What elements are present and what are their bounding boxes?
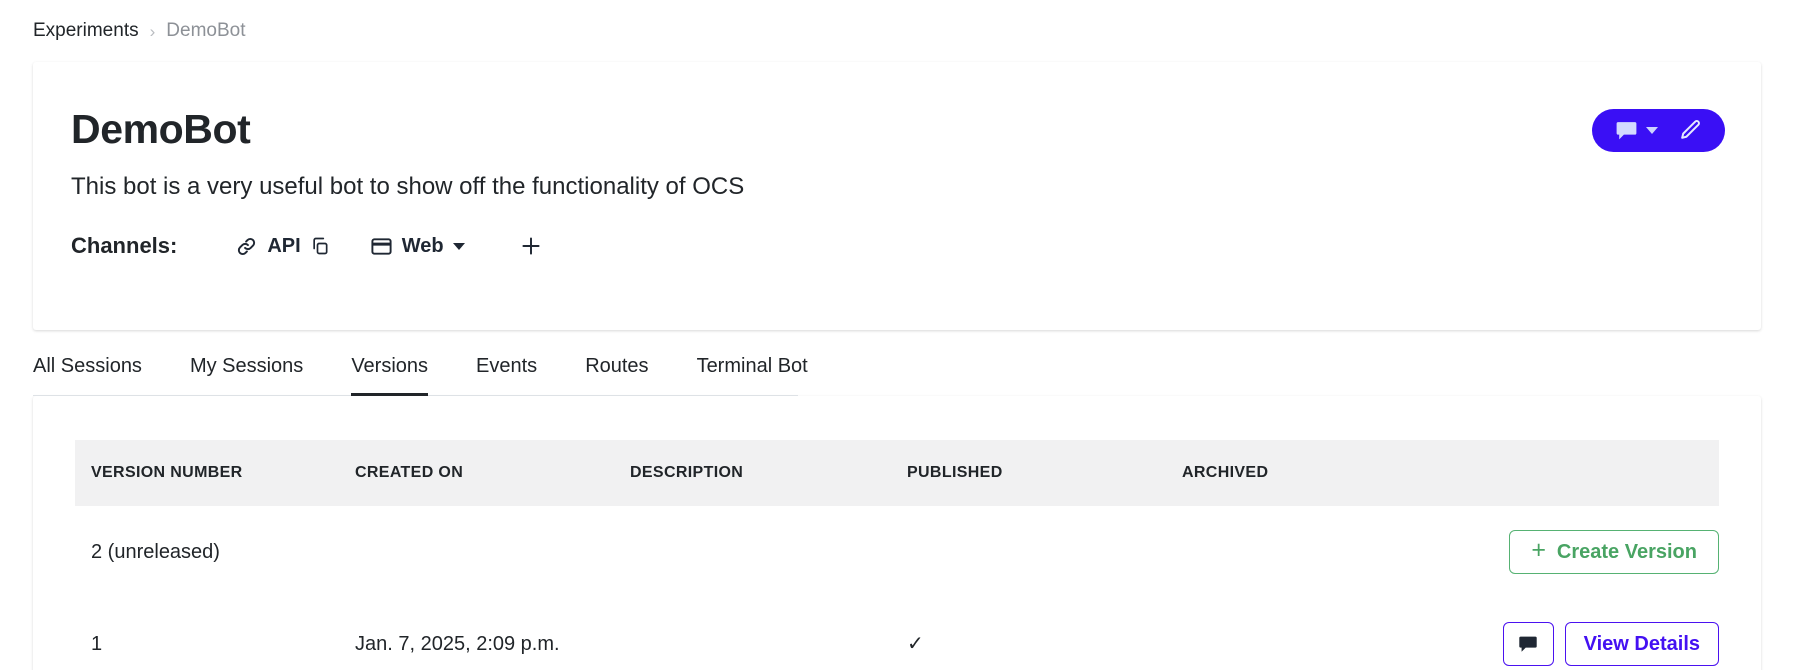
link-icon	[235, 235, 258, 258]
tab-all-sessions[interactable]: All Sessions	[33, 349, 142, 396]
cell-version-number: 1	[91, 632, 103, 655]
cell-actions: View Details	[1452, 598, 1719, 670]
channel-web-label: Web	[401, 234, 444, 257]
channel-web[interactable]: Web	[370, 235, 465, 258]
breadcrumb: Experiments › DemoBot	[33, 0, 1761, 62]
add-channel-button[interactable]	[515, 230, 547, 262]
cell-description	[630, 506, 907, 598]
table-header-row: VERSION NUMBER CREATED ON DESCRIPTION PU…	[75, 440, 1719, 506]
channel-api-label: API	[267, 234, 301, 257]
start-chat-button[interactable]	[1606, 109, 1666, 152]
copy-icon[interactable]	[310, 236, 330, 256]
view-details-label: View Details	[1583, 632, 1700, 655]
bot-description: This bot is a very useful bot to show of…	[71, 173, 745, 201]
tab-routes[interactable]: Routes	[585, 349, 648, 396]
cell-actions: + Create Version	[1452, 506, 1719, 598]
tab-events[interactable]: Events	[476, 349, 537, 396]
channels-label: Channels:	[71, 233, 178, 259]
breadcrumb-separator-icon: ›	[149, 21, 156, 41]
view-details-button[interactable]: View Details	[1564, 622, 1719, 666]
chat-dropdown-chevron-icon[interactable]	[1646, 127, 1658, 134]
create-version-button[interactable]: + Create Version	[1509, 530, 1719, 574]
versions-panel: VERSION NUMBER CREATED ON DESCRIPTION PU…	[33, 396, 1761, 670]
column-header-actions	[1452, 440, 1719, 506]
tab-my-sessions[interactable]: My Sessions	[190, 349, 303, 396]
channel-api[interactable]: API	[235, 235, 329, 258]
column-header-published: PUBLISHED	[907, 440, 1182, 506]
versions-table-body: 2 (unreleased) + Create Version 1 Jan. 7…	[75, 506, 1719, 670]
column-header-version-number: VERSION NUMBER	[75, 440, 355, 506]
cell-published	[907, 506, 1182, 598]
bot-header-card: DemoBot This bot is a very useful bot to…	[33, 62, 1761, 330]
chat-bubble-icon	[1616, 122, 1637, 140]
cell-archived	[1182, 506, 1452, 598]
page-title: DemoBot	[71, 106, 251, 152]
plus-icon	[522, 237, 540, 255]
cell-created-on	[355, 506, 630, 598]
create-version-label: Create Version	[1556, 540, 1697, 563]
bot-actions-pill	[1592, 109, 1725, 152]
chevron-down-icon[interactable]	[452, 242, 465, 250]
breadcrumb-link-experiments[interactable]: Experiments	[33, 20, 139, 42]
column-header-description: DESCRIPTION	[630, 440, 907, 506]
tab-terminal-bot[interactable]: Terminal Bot	[697, 349, 808, 396]
cell-archived	[1182, 598, 1452, 670]
cell-description	[630, 598, 907, 670]
browser-window-icon	[370, 235, 393, 258]
table-row: 1 Jan. 7, 2025, 2:09 p.m. ✓ View Details	[75, 598, 1719, 670]
tabs-bar: All Sessions My Sessions Versions Events…	[33, 349, 1761, 396]
version-chat-button[interactable]	[1502, 622, 1554, 666]
chat-bubble-icon	[1519, 636, 1537, 652]
page-root: Experiments › DemoBot DemoBot This bot i…	[0, 0, 1794, 670]
plus-icon: +	[1531, 536, 1546, 564]
cell-created-on: Jan. 7, 2025, 2:09 p.m.	[355, 632, 560, 655]
edit-bot-button[interactable]	[1670, 109, 1711, 152]
pencil-icon	[1681, 120, 1700, 139]
channels-row: Channels: API Web	[71, 229, 1723, 263]
versions-table-head: VERSION NUMBER CREATED ON DESCRIPTION PU…	[75, 440, 1719, 506]
table-row: 2 (unreleased) + Create Version	[75, 506, 1719, 598]
column-header-archived: ARCHIVED	[1182, 440, 1452, 506]
tab-versions[interactable]: Versions	[351, 349, 429, 396]
breadcrumb-current-demobot: DemoBot	[166, 20, 246, 41]
cell-published: ✓	[907, 633, 924, 655]
versions-table: VERSION NUMBER CREATED ON DESCRIPTION PU…	[75, 440, 1719, 670]
column-header-created-on: CREATED ON	[355, 440, 630, 506]
cell-version-number: 2 (unreleased)	[91, 540, 220, 563]
